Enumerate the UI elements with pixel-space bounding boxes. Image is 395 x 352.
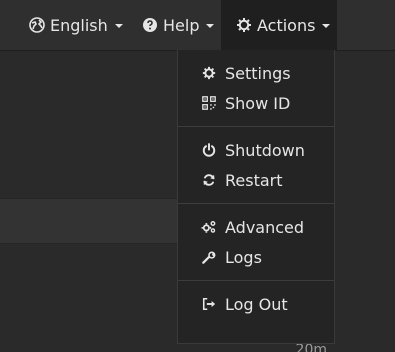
menu-group-3: Advanced Logs bbox=[178, 204, 334, 280]
top-navbar: English Help Actions bbox=[0, 0, 395, 51]
menu-item-restart[interactable]: Restart bbox=[178, 165, 334, 195]
menu-item-settings[interactable]: Settings bbox=[178, 58, 334, 88]
gears-icon bbox=[201, 219, 217, 235]
globe-icon bbox=[29, 17, 45, 33]
menu-item-shutdown[interactable]: Shutdown bbox=[178, 135, 334, 165]
qrcode-icon bbox=[201, 95, 217, 111]
chevron-down-icon bbox=[114, 24, 123, 28]
app-root: 20m English Help Actions Settings Show I… bbox=[0, 0, 395, 352]
menu-group-4: Log Out bbox=[178, 281, 334, 327]
refresh-icon bbox=[201, 172, 217, 188]
sign-out-icon bbox=[201, 296, 217, 312]
menu-item-label: Logs bbox=[225, 247, 262, 267]
menu-item-logs[interactable]: Logs bbox=[178, 242, 334, 272]
actions-label: Actions bbox=[257, 15, 316, 35]
help-menu-button[interactable]: Help bbox=[142, 0, 215, 50]
chevron-down-icon bbox=[206, 24, 215, 28]
actions-menu-button[interactable]: Actions bbox=[221, 0, 337, 50]
menu-item-label: Shutdown bbox=[225, 140, 305, 160]
wrench-icon bbox=[201, 249, 217, 265]
language-label: English bbox=[50, 15, 108, 35]
power-icon bbox=[201, 142, 217, 158]
help-icon bbox=[142, 17, 158, 33]
menu-group-2: Shutdown Restart bbox=[178, 127, 334, 203]
menu-item-advanced[interactable]: Advanced bbox=[178, 212, 334, 242]
background-panel bbox=[0, 198, 178, 244]
menu-item-label: Restart bbox=[225, 170, 283, 190]
gear-icon bbox=[201, 65, 217, 81]
menu-item-label: Log Out bbox=[225, 294, 288, 314]
menu-item-label: Advanced bbox=[225, 217, 305, 237]
menu-item-log-out[interactable]: Log Out bbox=[178, 289, 334, 319]
menu-item-show-id[interactable]: Show ID bbox=[178, 88, 334, 118]
actions-dropdown-menu: Settings Show ID Shutdown Restart Advanc… bbox=[177, 50, 335, 344]
chevron-down-icon bbox=[322, 24, 331, 28]
menu-item-label: Show ID bbox=[225, 93, 291, 113]
menu-group-1: Settings Show ID bbox=[178, 50, 334, 126]
gear-icon bbox=[236, 17, 252, 33]
menu-item-label: Settings bbox=[225, 63, 291, 83]
language-menu-button[interactable]: English bbox=[29, 0, 123, 50]
help-label: Help bbox=[163, 15, 200, 35]
